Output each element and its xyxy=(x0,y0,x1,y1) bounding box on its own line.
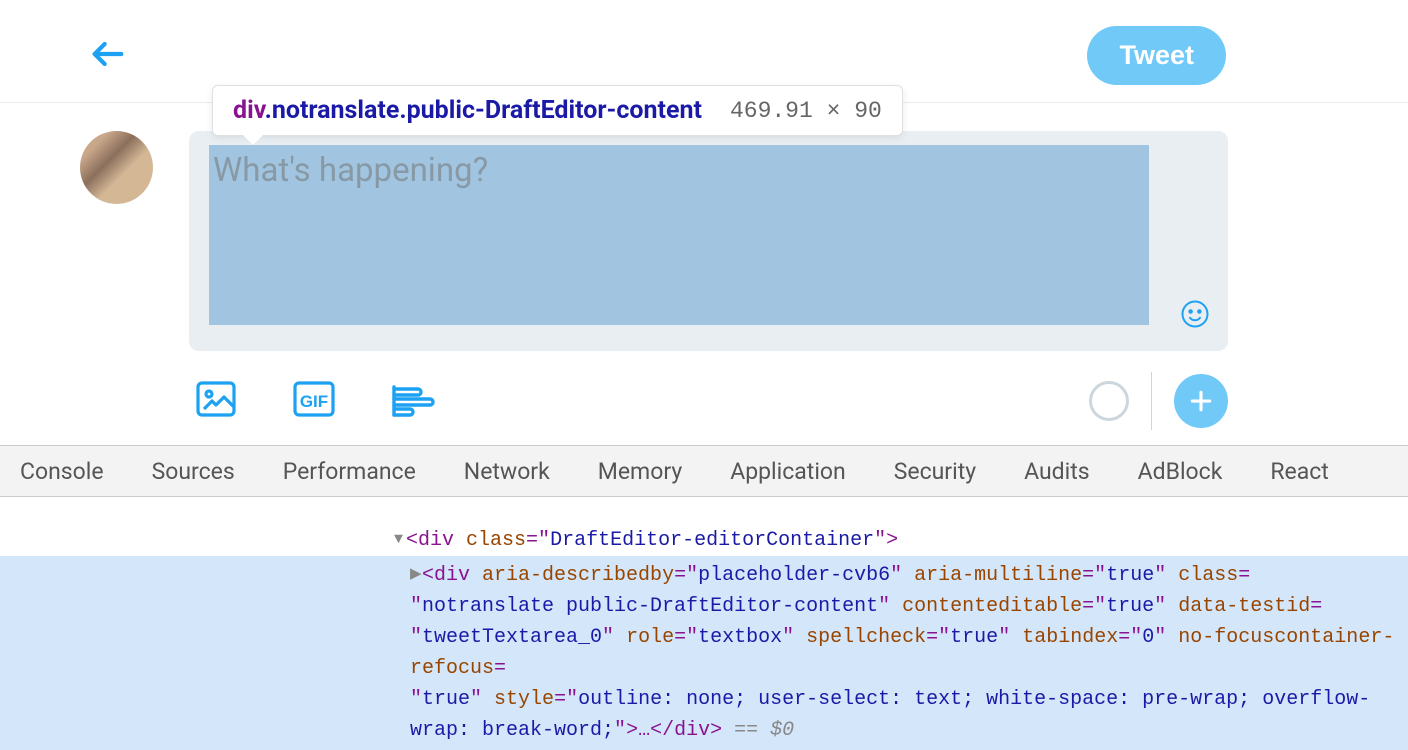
dom-node[interactable]: ▼<div class="DraftEditor-editorContainer… xyxy=(394,525,1398,556)
devtools-tab[interactable]: Audits xyxy=(1024,458,1090,485)
devtools-tab[interactable]: React xyxy=(1270,458,1328,485)
emoji-icon[interactable] xyxy=(1180,299,1210,333)
inspector-tooltip: div.notranslate.public-DraftEditor-conte… xyxy=(212,85,903,136)
add-tweet-button[interactable] xyxy=(1174,374,1228,428)
image-icon[interactable] xyxy=(192,375,240,427)
avatar[interactable] xyxy=(80,131,153,204)
back-arrow-icon[interactable] xyxy=(88,34,128,78)
devtools-tab[interactable]: Performance xyxy=(283,458,416,485)
char-count-circle xyxy=(1089,381,1129,421)
tweet-textarea[interactable]: What's happening? xyxy=(209,145,1149,325)
compose-placeholder: What's happening? xyxy=(213,151,488,190)
dom-node-cut[interactable] xyxy=(394,495,1398,523)
poll-icon[interactable] xyxy=(388,375,436,427)
compose-toolbar: GIF xyxy=(0,365,1408,445)
toolbar-right xyxy=(1089,372,1228,430)
selected-node-indicator: == $0 xyxy=(722,719,794,742)
devtools-tabs: Console Sources Performance Network Memo… xyxy=(0,445,1408,497)
caret-down-icon[interactable]: ▼ xyxy=(394,528,406,551)
toolbar-divider xyxy=(1151,372,1152,430)
compose-area: What's happening? xyxy=(0,103,1408,365)
devtools-tab[interactable]: Sources xyxy=(152,458,235,485)
tooltip-selector: div.notranslate.public-DraftEditor-conte… xyxy=(233,96,702,125)
tweet-button[interactable]: Tweet xyxy=(1087,26,1226,85)
devtools-tab[interactable]: Security xyxy=(894,458,976,485)
svg-text:GIF: GIF xyxy=(300,392,328,411)
dom-node-selected[interactable]: ▶<div aria-describedby="placeholder-cvb6… xyxy=(0,556,1408,750)
caret-right-icon[interactable]: ▶ xyxy=(410,563,422,586)
gif-icon[interactable]: GIF xyxy=(290,375,338,427)
devtools-tab[interactable]: Network xyxy=(464,458,550,485)
devtools-tab[interactable]: AdBlock xyxy=(1138,458,1223,485)
devtools-tab[interactable]: Console xyxy=(20,458,104,485)
tooltip-dimensions: 469.91 × 90 xyxy=(730,98,882,124)
devtools-tab[interactable]: Application xyxy=(730,458,846,485)
devtools-tab[interactable]: Memory xyxy=(598,458,682,485)
compose-box: What's happening? xyxy=(189,131,1228,351)
devtools-elements-panel[interactable]: ▼<div class="DraftEditor-editorContainer… xyxy=(0,497,1408,750)
